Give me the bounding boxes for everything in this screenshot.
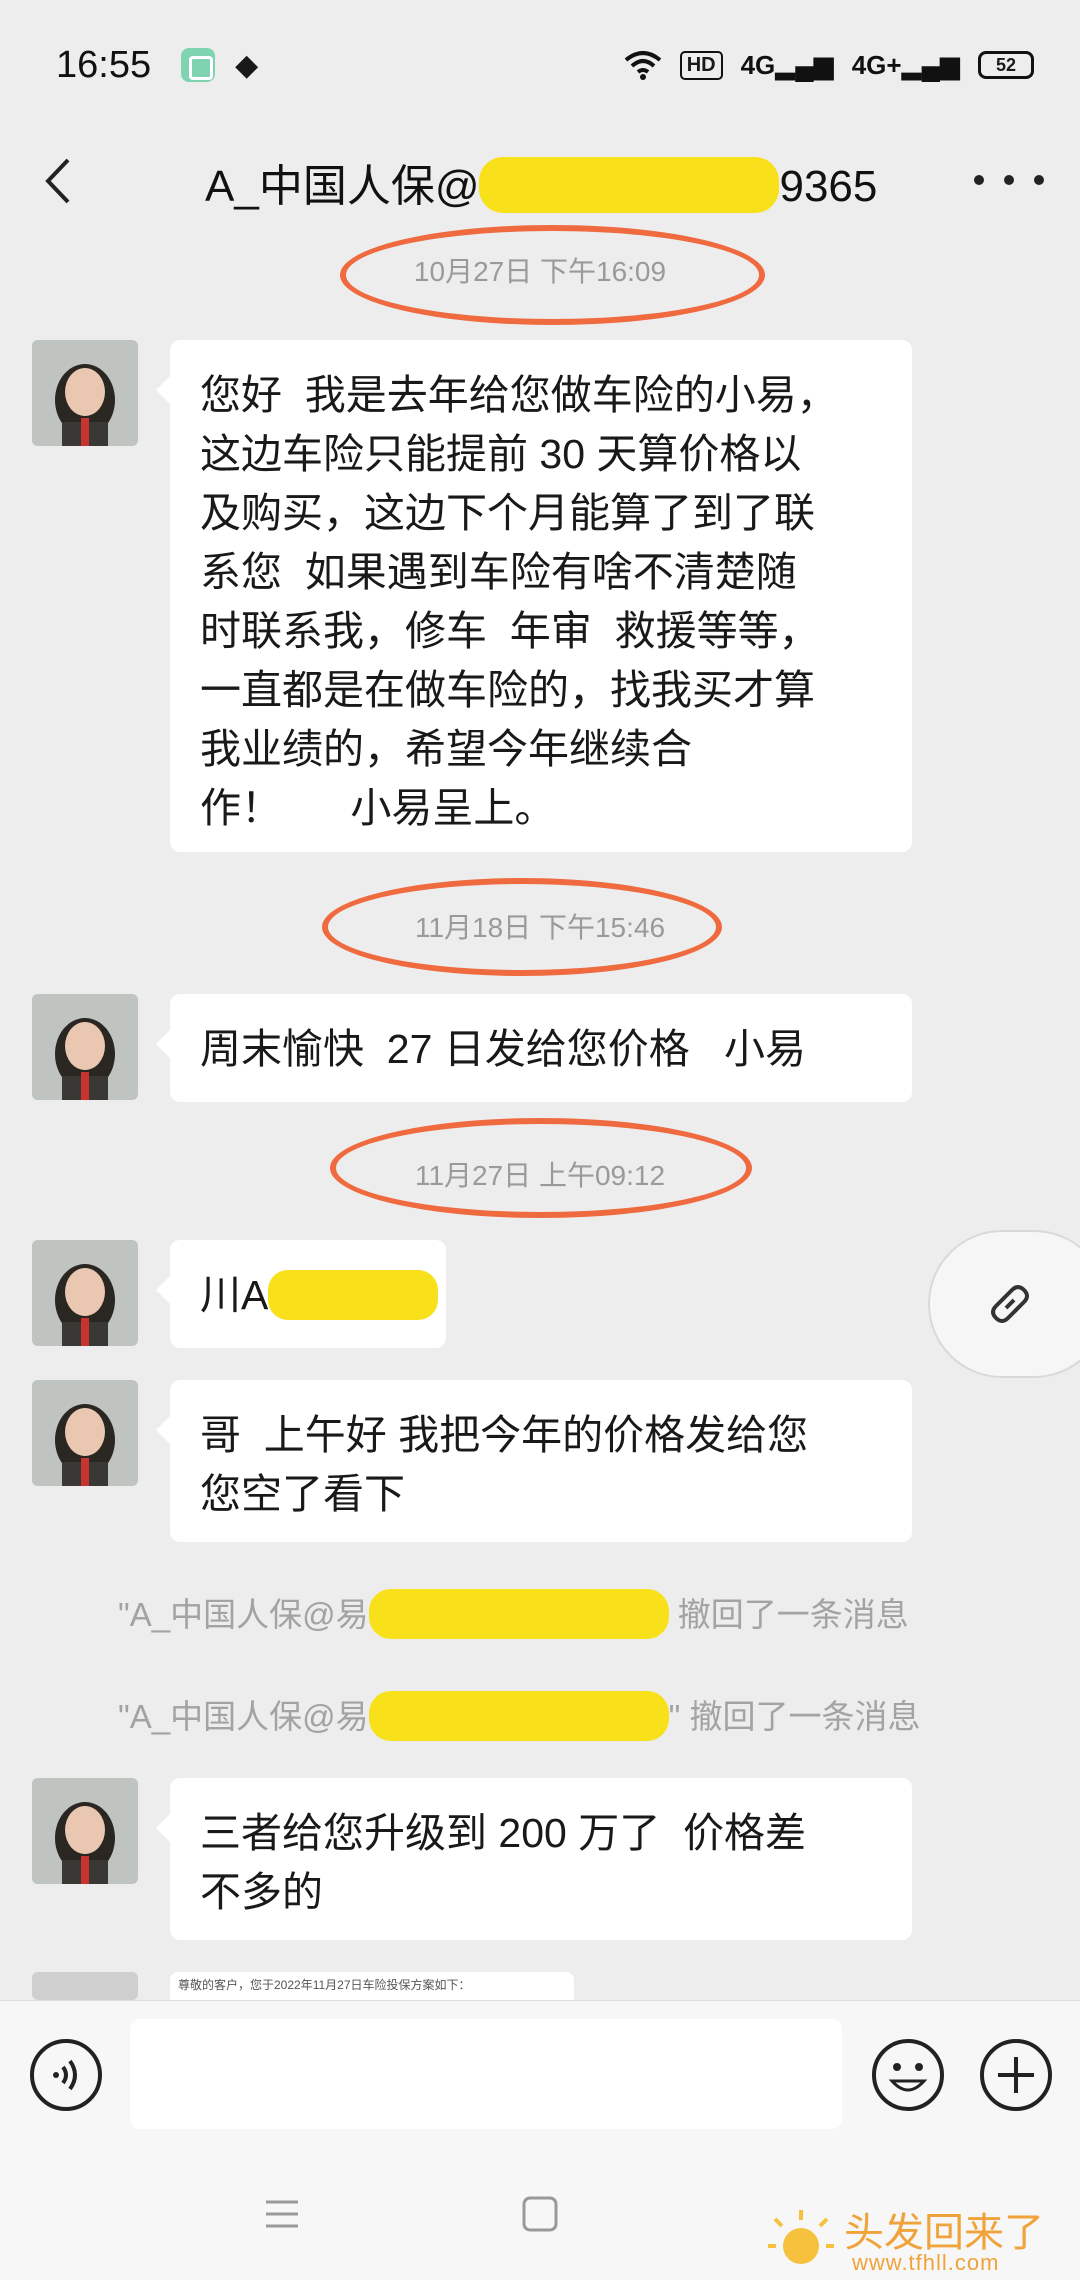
more-options-button[interactable] xyxy=(974,150,1044,210)
emoji-button[interactable] xyxy=(870,2037,946,2113)
back-button[interactable] xyxy=(34,156,84,206)
redaction-mark xyxy=(368,1691,669,1742)
avatar-image xyxy=(32,994,138,1100)
avatar-image xyxy=(32,1240,138,1346)
redaction-mark xyxy=(479,157,780,214)
avatar[interactable] xyxy=(32,1380,138,1486)
avatar-image xyxy=(32,340,138,446)
status-bar: 16:55 ◆ HD 4G▂▄▆ 4G+▂▄▆ 52 xyxy=(0,0,1080,130)
link-float-button[interactable] xyxy=(928,1230,1080,1378)
watermark-url: www.tfhll.com xyxy=(852,2250,1000,2275)
layers-icon: ◆ xyxy=(235,48,259,82)
chat-title-suffix: 9365 xyxy=(779,162,878,211)
chat-title-prefix: A_中国人保@ xyxy=(205,162,480,211)
recall-text: 撤回了一条消息 xyxy=(668,1596,909,1633)
chat-title: A_中国人保@ 9365 xyxy=(205,150,877,214)
status-time: 16:55 xyxy=(56,43,152,86)
message-bubble[interactable]: 周末愉快 27 日发给您价格 小易 xyxy=(156,994,912,1102)
avatar[interactable] xyxy=(32,1778,138,1884)
document-preview[interactable]: 尊敬的客户，您于2022年11月27日车险投保方案如下： xyxy=(170,1972,574,2000)
annotation-circle xyxy=(322,878,722,976)
app-notification-icon xyxy=(181,48,216,82)
signal-label: 4G xyxy=(740,49,776,80)
sun-icon xyxy=(768,2210,834,2264)
avatar[interactable] xyxy=(32,1240,138,1346)
dot-icon xyxy=(1004,175,1014,185)
home-icon[interactable] xyxy=(520,2194,560,2234)
avatar[interactable] xyxy=(32,994,138,1100)
voice-input-button[interactable] xyxy=(28,2037,104,2113)
input-bar xyxy=(0,2000,1080,2148)
plus-button[interactable] xyxy=(978,2037,1054,2113)
message-bubble[interactable]: 川A xyxy=(156,1240,446,1348)
message-input[interactable] xyxy=(130,2019,842,2129)
recall-sender: "A_中国人保@易 xyxy=(118,1596,369,1633)
redaction-mark xyxy=(268,1270,439,1321)
annotation-circle xyxy=(330,1118,752,1218)
battery-icon: 52 xyxy=(978,51,1034,79)
dot-icon xyxy=(974,175,984,185)
redaction-mark xyxy=(368,1589,669,1640)
avatar-image xyxy=(32,1380,138,1486)
recall-notice: "A_中国人保@易 撤回了一条消息 xyxy=(118,1588,909,1640)
chat-header: A_中国人保@ 9365 xyxy=(0,130,1080,230)
avatar-image xyxy=(32,1778,138,1884)
link-icon xyxy=(991,1285,1029,1323)
message-text: 川A xyxy=(200,1272,269,1318)
hd-voice-icon: HD xyxy=(679,50,723,80)
avatar[interactable] xyxy=(32,340,138,446)
recall-text: " 撤回了一条消息 xyxy=(668,1698,921,1735)
message-bubble[interactable]: 您好 我是去年给您做车险的小易， 这边车险只能提前 30 天算价格以 及购买，这… xyxy=(156,340,912,852)
watermark-logo: 头发回来了 www.tfhll.com xyxy=(766,2200,1066,2280)
signal-icon-sim1: 4G▂▄▆ xyxy=(740,49,834,80)
battery-level: 52 xyxy=(995,54,1017,75)
wifi-icon xyxy=(624,51,661,80)
recall-sender: "A_中国人保@易 xyxy=(118,1698,369,1735)
message-bubble[interactable]: 三者给您升级到 200 万了 价格差 不多的 xyxy=(156,1778,912,1940)
message-bubble[interactable]: 哥 上午好 我把今年的价格发给您 您空了看下 xyxy=(156,1380,912,1542)
recall-notice: "A_中国人保@易 " 撤回了一条消息 xyxy=(118,1690,921,1742)
signal-label: 4G+ xyxy=(851,49,902,80)
recent-apps-icon[interactable] xyxy=(262,2194,302,2234)
dot-icon xyxy=(1034,175,1044,185)
avatar[interactable] xyxy=(32,1972,138,2000)
annotation-circle xyxy=(340,225,765,325)
signal-icon-sim2: 4G+▂▄▆ xyxy=(851,49,960,80)
